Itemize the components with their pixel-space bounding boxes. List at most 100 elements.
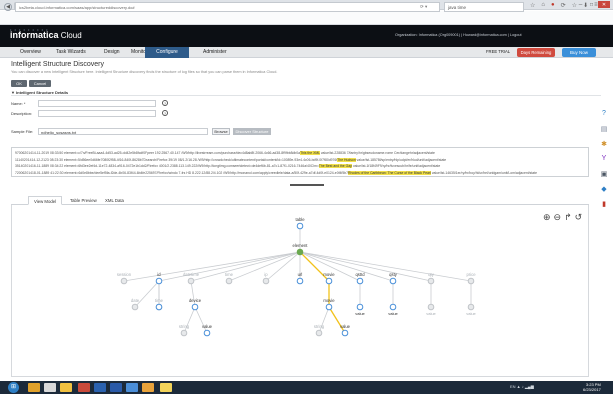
zoom-out-icon[interactable]: ⊖ <box>554 212 562 223</box>
tree-node <box>155 277 163 285</box>
info-icon[interactable]: ? <box>162 110 168 116</box>
name-field[interactable] <box>38 100 156 107</box>
address-bar[interactable]: ics2beta.cloud.informatica.com/saas/app/… <box>15 2 440 12</box>
taskbar-word-icon[interactable] <box>110 383 122 392</box>
tree-node-label: time <box>225 272 234 277</box>
taskbar-chrome-icon[interactable] <box>28 383 40 392</box>
cancel-button[interactable]: Cancel <box>29 80 51 87</box>
structure-tree[interactable]: tableelementsession id datetime time ip url mo… <box>11 205 589 377</box>
bookmark-icon[interactable]: ☆ <box>572 2 577 9</box>
sample-preview-box[interactable]: 97006201414-11-2019 08:33:50 element=c/7… <box>11 147 589 177</box>
tree-node <box>356 303 364 311</box>
taskbar-chrome-icon[interactable] <box>142 383 154 392</box>
info-icon[interactable]: ? <box>162 100 168 106</box>
tree-node <box>191 303 199 311</box>
tree-node <box>389 303 397 311</box>
tree-node <box>467 277 475 285</box>
tree-node <box>467 303 475 311</box>
sample-file-label: Sample File: <box>11 129 34 134</box>
extension-icon[interactable]: ● <box>551 2 555 9</box>
plugin-icon[interactable]: ✱ <box>599 140 609 150</box>
menu-icon[interactable]: ≡ <box>594 2 598 9</box>
tree-node <box>203 329 211 337</box>
tree-node <box>427 303 435 311</box>
buy-now-button[interactable]: Buy Now <box>562 48 596 57</box>
browse-button[interactable]: Browse <box>212 128 230 135</box>
section-header-details[interactable]: ▼ Intelligent Structure Details <box>11 90 601 96</box>
tree-node <box>356 277 364 285</box>
tree-node-label: string <box>179 324 190 329</box>
tree-node-label: device <box>189 298 202 303</box>
tree-node-label: price <box>466 272 476 277</box>
menu-overview[interactable]: Overview <box>20 49 41 55</box>
preview-highlight: The Best and the Gap <box>318 164 352 168</box>
taskbar-app-icon[interactable] <box>78 383 90 392</box>
taskbar-clock[interactable]: 3:23 PM 6/23/2017 <box>583 382 601 392</box>
horizontal-scrollbar[interactable] <box>290 184 324 186</box>
help-icon[interactable]: ? <box>599 110 609 120</box>
tree-node <box>296 277 304 285</box>
days-remaining-badge: Days Remaining <box>517 48 555 57</box>
tree-edge <box>299 251 432 282</box>
tree-node-label: value <box>340 324 351 329</box>
tab-view-model[interactable]: View Model <box>28 196 63 205</box>
yahoo-icon[interactable]: Y <box>599 155 609 165</box>
tree-node-label: datetime <box>183 272 200 277</box>
home-icon[interactable]: ⌂ <box>541 2 545 9</box>
tree-leaf-label: value <box>355 311 365 316</box>
menu-design[interactable]: Design <box>104 49 120 55</box>
system-tray[interactable]: EN ▲ ♪ ▂▄▆ <box>510 384 534 389</box>
refresh-icon[interactable]: ⟳ ▾ <box>420 4 427 10</box>
taskbar-skype-icon[interactable] <box>126 383 138 392</box>
document-icon[interactable]: ▤ <box>599 125 609 135</box>
page-title: Intelligent Structure Discovery <box>11 61 104 68</box>
ok-button[interactable]: OK <box>11 80 27 87</box>
logo-text: informatica <box>10 30 59 40</box>
tree-node <box>225 277 233 285</box>
window-close-icon[interactable]: ✕ <box>598 1 610 8</box>
tree-node-label: qsty <box>389 272 398 277</box>
tree-node-label: qty <box>428 272 434 277</box>
taskbar-paint-icon[interactable] <box>44 383 56 392</box>
org-user-line[interactable]: Organization: Informatica (Org009001) | … <box>395 33 522 37</box>
tab-xml-data[interactable]: XML Data <box>100 196 129 205</box>
sample-file-field[interactable]: ndhelio_sosasns.txt <box>38 128 208 135</box>
tree-node-label: time <box>155 298 164 303</box>
preview-line: 72006201418-01-1889 41:22:30 element=6d0… <box>15 170 538 175</box>
flag-icon[interactable]: ▮ <box>599 200 609 210</box>
tree-node <box>180 329 188 337</box>
menu-task-wizards[interactable]: Task Wizards <box>56 49 86 55</box>
taskbar-sticky-icon[interactable] <box>160 383 172 392</box>
menu-administer[interactable]: Administer <box>203 49 227 55</box>
back-icon[interactable]: ◀ <box>4 3 12 11</box>
taskbar-folder-icon[interactable] <box>60 383 72 392</box>
description-field[interactable] <box>38 110 156 117</box>
zoom-in-icon[interactable]: ⊕ <box>543 212 551 223</box>
refresh-icon[interactable]: ⟳ <box>561 2 566 9</box>
tree-node <box>389 277 397 285</box>
browser-search-input[interactable]: java time <box>444 2 524 12</box>
tree-node-label: element <box>293 243 309 248</box>
tree-node-label: string <box>314 324 325 329</box>
name-label: Name: * <box>11 101 26 106</box>
tree-node <box>155 303 163 311</box>
undo-icon[interactable]: ↺ <box>575 212 583 223</box>
preview-highlight: Rhodes of the Caribbean: The Curse of th… <box>348 170 431 175</box>
taskbar-ie-icon[interactable] <box>94 383 106 392</box>
discover-structure-button[interactable]: Discover Structure <box>233 128 271 135</box>
start-button[interactable]: ⊞ <box>8 382 19 393</box>
informatica-logo[interactable]: informatica Cloud <box>10 30 82 40</box>
download-icon[interactable]: ⬇ <box>583 2 588 9</box>
star-icon[interactable]: ☆ <box>530 2 535 9</box>
tree-toolbar: ⊕ ⊖ ↱ ↺ <box>543 212 582 223</box>
screen-icon[interactable]: ▣ <box>599 170 609 180</box>
bookmark-icon[interactable]: ◆ <box>599 185 609 195</box>
rotate-icon[interactable]: ↱ <box>564 212 572 223</box>
tree-node <box>187 277 195 285</box>
tree-node <box>315 329 323 337</box>
preview-highlight: This the XML <box>300 151 320 155</box>
tab-table-preview[interactable]: Table Preview <box>65 196 102 205</box>
tree-node-label: ip <box>264 272 268 277</box>
tree-node <box>296 248 304 256</box>
menu-configure[interactable]: Configure <box>145 47 189 58</box>
